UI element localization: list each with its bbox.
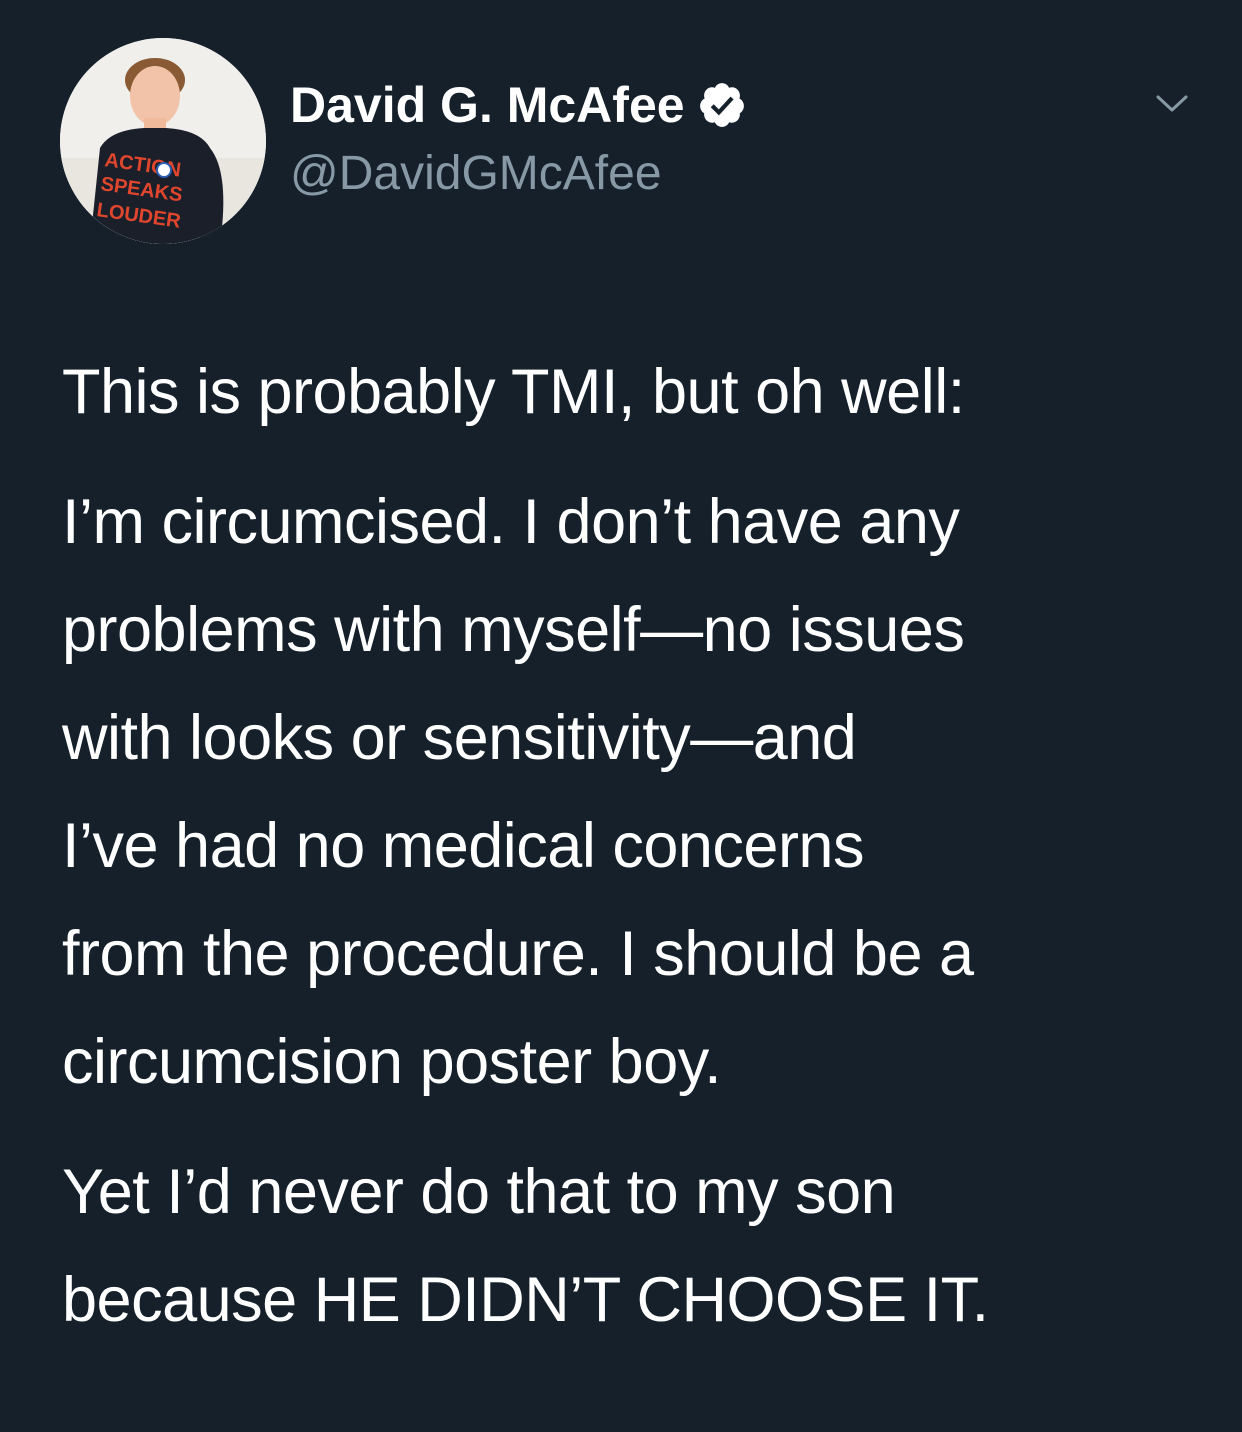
author-name-row[interactable]: David G. McAfee — [290, 74, 747, 136]
avatar[interactable]: ACTION SPEAKS LOUDER — [60, 38, 266, 244]
tweet-line: from the procedure. I should be a — [62, 919, 974, 989]
tweet-paragraph-1: This is probably TMI, but oh well: — [62, 338, 1212, 446]
avatar-image: ACTION SPEAKS LOUDER — [60, 38, 266, 244]
tweet-paragraph-3: Yet I’d never do that to my son because … — [62, 1138, 1212, 1354]
tweet-line: problems with myself—no issues — [62, 595, 965, 665]
tweet-line: I’ve had no medical concerns — [62, 811, 864, 881]
tweet-line: because HE DIDN’T CHOOSE IT. — [62, 1265, 989, 1335]
tweet-text: This is probably TMI, but oh well: I’m c… — [62, 338, 1212, 1354]
tweet-line: This is probably TMI, but oh well: — [62, 357, 965, 427]
tweet-paragraph-2: I’m circumcised. I don’t have any proble… — [62, 468, 1212, 1116]
verified-badge-icon — [699, 83, 744, 127]
tweet-line: with looks or sensitivity—and — [62, 703, 857, 773]
handle[interactable]: @DavidGMcAfee — [290, 146, 662, 201]
tweet-line: circumcision poster boy. — [62, 1027, 722, 1097]
tweet-line: Yet I’d never do that to my son — [62, 1157, 896, 1227]
tweet-line: I’m circumcised. I don’t have any — [62, 487, 960, 557]
display-name[interactable]: David G. McAfee — [290, 76, 685, 134]
chevron-down-icon[interactable] — [1152, 88, 1192, 118]
tweet-card: ACTION SPEAKS LOUDER David G. McAfee @Da… — [0, 0, 1242, 1432]
